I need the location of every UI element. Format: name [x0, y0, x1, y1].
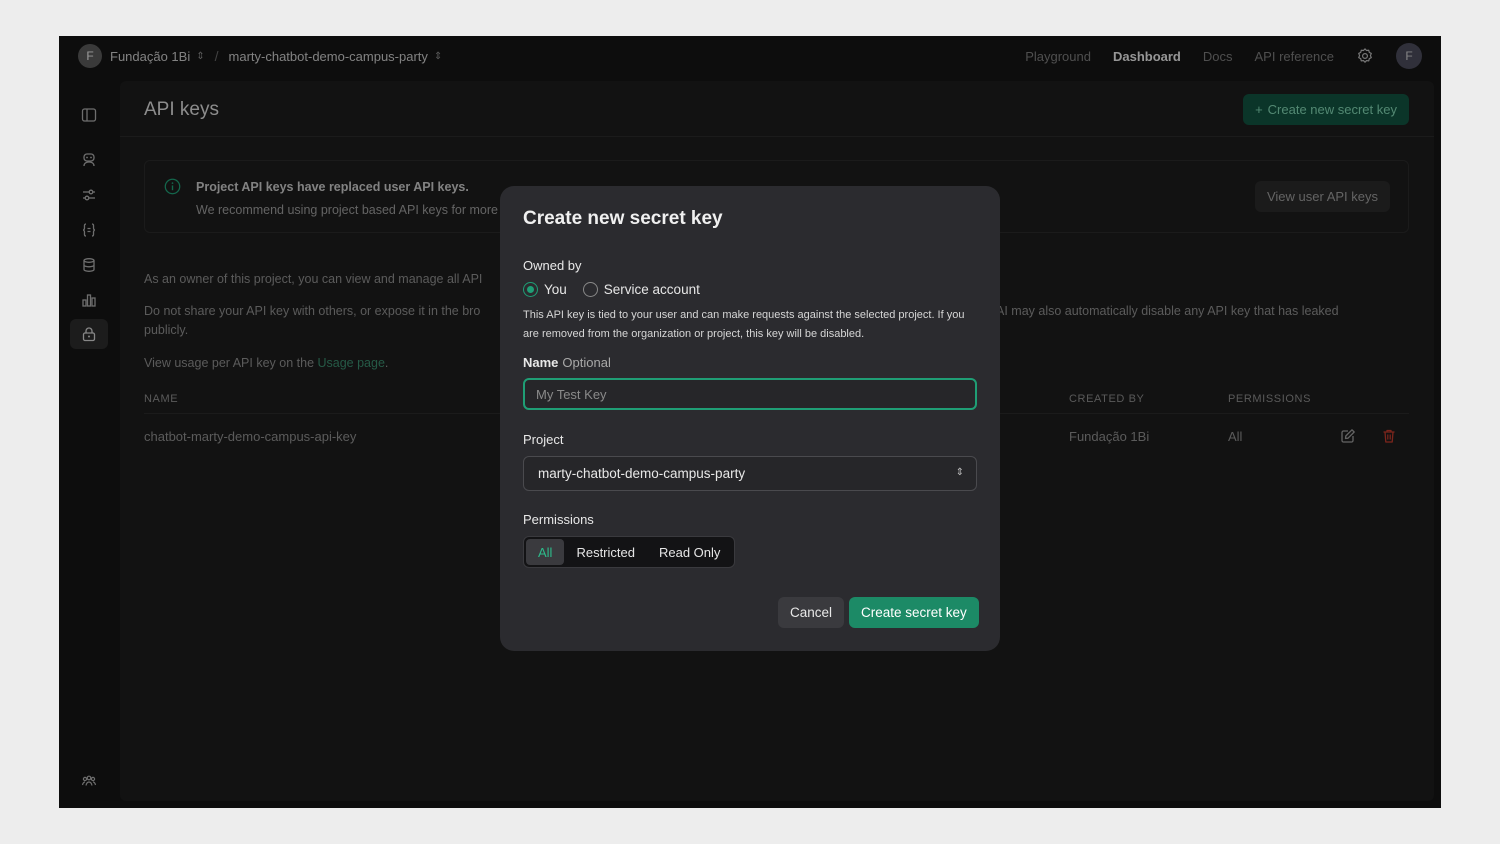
name-label-text: Name — [523, 355, 559, 370]
name-field-label: Name Optional — [523, 355, 611, 370]
create-secret-key-dialog: Create new secret key Owned by You Servi… — [500, 186, 1000, 651]
app-window: F Fundação 1Bi ⇕ / marty-chatbot-demo-ca… — [59, 36, 1441, 808]
owner-radio-group: You Service account — [523, 282, 700, 297]
permission-all[interactable]: All — [526, 539, 565, 565]
owner-help-text: This API key is tied to your user and ca… — [523, 309, 965, 340]
cancel-button[interactable]: Cancel — [778, 597, 845, 628]
project-select-value: marty-chatbot-demo-campus-party — [538, 466, 746, 481]
permission-read-only[interactable]: Read Only — [647, 539, 732, 565]
dialog-title: Create new secret key — [523, 208, 723, 229]
name-optional-hint: Optional — [562, 355, 611, 370]
project-select[interactable]: marty-chatbot-demo-campus-party ⇕ — [523, 456, 977, 491]
owner-radio-you[interactable] — [523, 282, 538, 297]
create-secret-key-button[interactable]: Create secret key — [849, 597, 979, 628]
owner-option-service-account-label[interactable]: Service account — [604, 282, 700, 297]
owner-radio-service-account[interactable] — [582, 282, 598, 297]
project-label: Project — [523, 432, 564, 447]
owned-by-label: Owned by — [523, 258, 582, 273]
select-chevron-icon: ⇕ — [955, 467, 964, 478]
permissions-segmented-control: All Restricted Read Only — [523, 536, 736, 568]
key-name-input[interactable] — [523, 378, 977, 410]
permission-restricted[interactable]: Restricted — [564, 539, 647, 565]
permissions-label: Permissions — [523, 512, 594, 527]
owner-option-you-label[interactable]: You — [544, 282, 567, 297]
